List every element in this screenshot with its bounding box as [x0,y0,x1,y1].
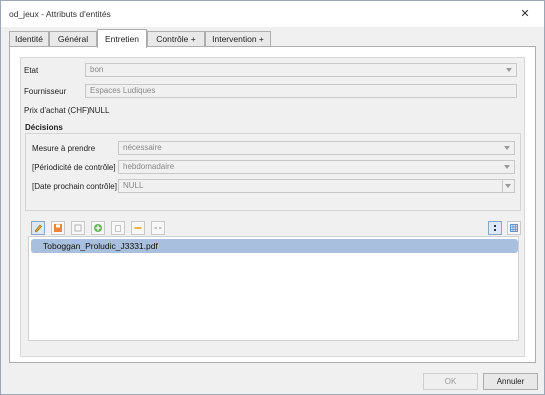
prix-label: Prix d'achat (CHF) [24,106,90,115]
fournisseur-field[interactable]: Espaces Ludiques [85,84,517,98]
window-title: od_jeux - Attributs d'entités [9,9,111,19]
chevron-down-icon [504,146,510,150]
edit-geometry-icon[interactable] [71,221,85,235]
dialog-window: od_jeux - Attributs d'entités ✕ Identité… [0,0,545,395]
list-item[interactable]: Toboggan_Proludic_J3331.pdf [31,239,518,253]
save-icon[interactable] [51,221,65,235]
add-feature-icon[interactable] [91,221,105,235]
tab-controle[interactable]: Contrôle + [147,31,205,47]
tab-general[interactable]: Général [49,31,97,47]
date-value: NULL [123,181,144,190]
attachment-list[interactable]: Toboggan_Proludic_J3331.pdf [28,236,519,341]
ok-button[interactable]: OK [423,373,478,390]
etat-label: Etat [24,66,39,75]
etat-value: bon [90,65,104,74]
mesure-value: nécessaire [123,143,162,152]
tab-panel: Etat bon Fournisseur Espaces Ludiques Pr… [9,46,536,363]
attachment-toolbar [31,221,522,237]
mesure-combo[interactable]: nécessaire [118,141,515,155]
tab-entretien[interactable]: Entretien [97,29,147,48]
delete-icon[interactable] [111,221,125,235]
periodicite-value: hebdomadaire [123,162,175,171]
date-label: [Date prochain contrôle] [32,182,117,191]
close-icon[interactable]: ✕ [518,7,532,21]
cancel-button[interactable]: Annuler [483,373,538,390]
tab-intervention[interactable]: Intervention + [205,31,271,47]
fournisseur-label: Fournisseur [24,87,67,96]
table-view-icon[interactable] [507,221,521,235]
decisions-group: Mesure à prendre nécessaire [Périodicité… [25,133,521,211]
title-bar: od_jeux - Attributs d'entités ✕ [1,1,544,27]
edit-pencil-icon[interactable] [31,221,45,235]
etat-combo[interactable]: bon [85,63,517,77]
periodicite-label: [Périodicité de contrôle] [32,163,116,172]
periodicite-combo[interactable]: hebdomadaire [118,160,515,174]
tab-identite[interactable]: Identité [9,31,49,47]
prix-value: NULL [89,106,110,115]
chevron-down-icon [504,165,510,169]
decisions-title: Décisions [25,123,63,132]
link-icon[interactable] [131,221,145,235]
form-view-icon[interactable] [488,221,502,235]
chevron-down-icon [505,184,511,188]
date-field[interactable]: NULL [118,179,515,193]
date-dropdown-button[interactable] [502,180,514,192]
chevron-down-icon [506,68,512,72]
unlink-icon[interactable] [151,221,165,235]
mesure-label: Mesure à prendre [32,144,96,153]
